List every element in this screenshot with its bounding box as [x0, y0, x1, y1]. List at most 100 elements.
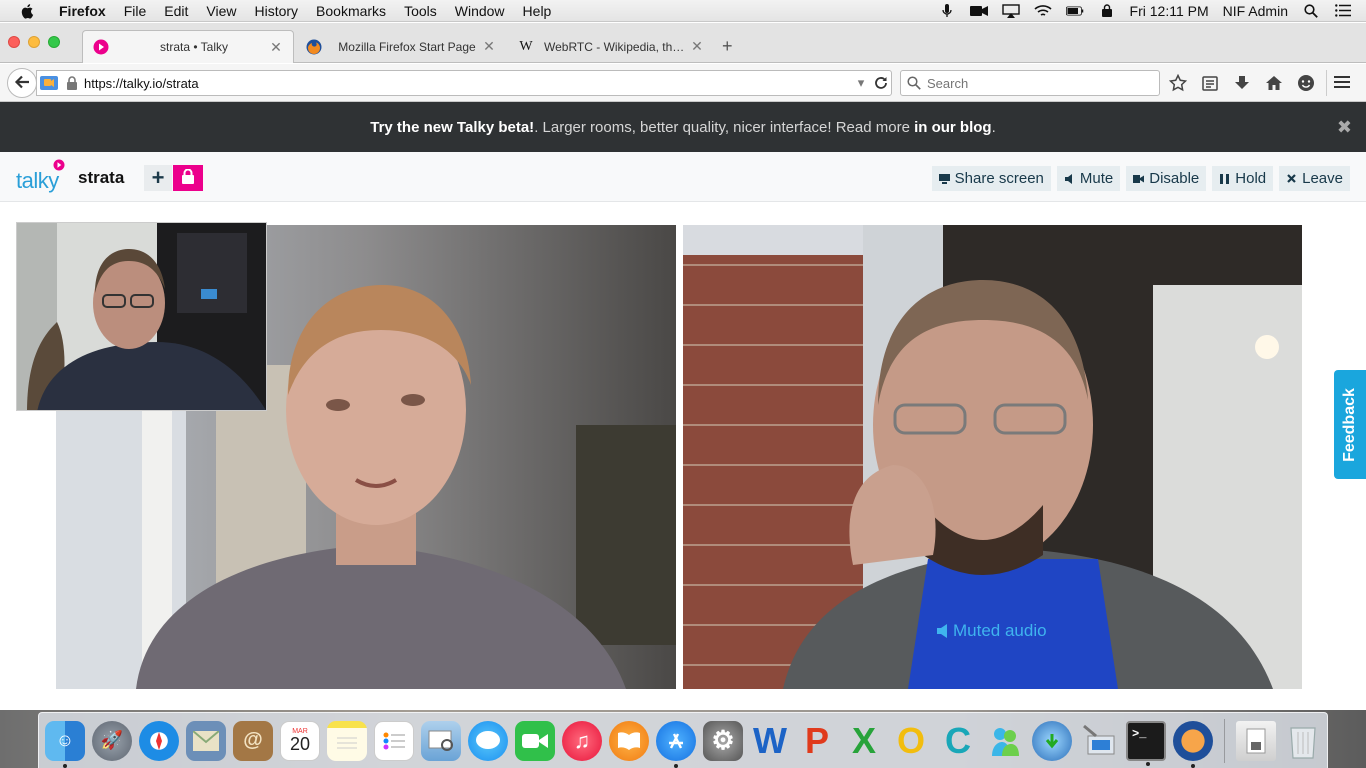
url-bar[interactable]: https://talky.io/strata ▾ [36, 70, 892, 96]
banner-close-icon[interactable]: ✖ [1337, 117, 1352, 138]
reload-icon[interactable] [871, 76, 891, 90]
outlook-icon[interactable]: O [891, 720, 931, 761]
lock-icon[interactable] [1098, 4, 1116, 18]
window-close-button[interactable] [8, 36, 20, 48]
remote-desktop-icon[interactable] [1079, 721, 1119, 761]
communicator-icon[interactable]: C [938, 720, 978, 761]
reminders-icon[interactable] [374, 720, 414, 761]
messages-icon[interactable] [468, 720, 508, 761]
wifi-icon[interactable] [1033, 4, 1052, 18]
hello-chat-icon[interactable] [1296, 73, 1316, 93]
firefox-dock-icon[interactable] [1173, 720, 1213, 768]
url-dropdown-icon[interactable]: ▾ [851, 75, 871, 91]
blog-link[interactable]: in our blog [914, 119, 991, 136]
battery-icon[interactable] [1065, 4, 1084, 18]
new-tab-button[interactable]: + [722, 36, 733, 57]
leave-button[interactable]: Leave [1279, 166, 1350, 191]
downloads-icon[interactable] [1232, 73, 1252, 93]
speaker-muted-icon [937, 624, 949, 638]
call-controls: Share screen Mute Disable Hold Leave [931, 166, 1350, 191]
remote-video-right[interactable]: Muted audio [683, 225, 1302, 689]
search-bar[interactable] [900, 70, 1160, 96]
mute-button[interactable]: Mute [1056, 166, 1121, 191]
tab-title: WebRTC - Wikipedia, the fr... [544, 39, 690, 54]
reading-list-icon[interactable] [1200, 73, 1220, 93]
ibooks-icon[interactable] [609, 720, 649, 761]
app-store-icon[interactable] [656, 720, 696, 768]
excel-icon[interactable]: X [844, 720, 884, 761]
system-preferences-icon[interactable]: ⚙ [703, 720, 743, 761]
terminal-icon[interactable]: >_ [1126, 720, 1166, 766]
tab-close-icon[interactable]: ✕ [482, 38, 496, 55]
menu-edit[interactable]: Edit [155, 3, 197, 19]
microphone-icon[interactable] [938, 3, 956, 18]
bookmark-star-icon[interactable] [1168, 73, 1188, 93]
menu-app-name[interactable]: Firefox [50, 3, 115, 19]
local-self-view[interactable] [16, 222, 267, 411]
menu-window[interactable]: Window [446, 3, 514, 19]
preview-icon[interactable] [421, 720, 461, 761]
window-controls [8, 36, 60, 48]
talky-header: talky strata + Share screen Mute Disable… [0, 152, 1366, 202]
facetime-icon[interactable] [515, 720, 555, 761]
powerpoint-icon[interactable]: P [797, 720, 837, 761]
open-menu-button[interactable] [1326, 70, 1356, 96]
tab-webrtc-wikipedia[interactable]: W WebRTC - Wikipedia, the fr... ✕ [508, 30, 714, 63]
notes-icon[interactable] [327, 720, 367, 761]
mail-icon[interactable] [186, 720, 226, 761]
hold-button[interactable]: Hold [1212, 166, 1274, 191]
word-icon[interactable]: W [750, 720, 790, 761]
notification-center-icon[interactable] [1334, 4, 1352, 18]
room-lock-button[interactable] [173, 165, 203, 191]
launchpad-icon[interactable]: 🚀 [92, 720, 132, 761]
apple-icon[interactable] [20, 3, 36, 19]
disable-label: Disable [1149, 170, 1200, 187]
window-minimize-button[interactable] [28, 36, 40, 48]
menu-file[interactable]: File [115, 3, 156, 19]
contacts-icon[interactable]: @ [233, 720, 273, 761]
banner-lead[interactable]: Try the new Talky beta! [370, 119, 534, 136]
menubar-user[interactable]: NIF Admin [1223, 3, 1288, 19]
tab-firefox-start[interactable]: Mozilla Firefox Start Page ✕ [296, 30, 506, 63]
menu-help[interactable]: Help [514, 3, 561, 19]
tab-title: strata • Talky [159, 40, 228, 54]
invite-add-button[interactable]: + [144, 165, 172, 191]
mute-label: Mute [1079, 170, 1114, 187]
finder-icon[interactable]: ☺ [45, 720, 85, 768]
downloads-stack-icon[interactable] [1236, 720, 1276, 761]
firefox-favicon-icon [306, 39, 322, 55]
trash-icon[interactable] [1283, 721, 1323, 761]
pause-icon [1219, 173, 1230, 184]
disable-video-button[interactable]: Disable [1126, 166, 1207, 191]
talky-favicon-icon [93, 39, 109, 55]
banner-tail: . [991, 118, 996, 136]
menubar-clock[interactable]: Fri 12:11 PM [1130, 3, 1209, 19]
menu-tools[interactable]: Tools [395, 3, 446, 19]
site-identity-icon[interactable] [40, 75, 58, 91]
talky-logo[interactable]: talky [16, 159, 65, 194]
back-button[interactable] [7, 68, 37, 98]
search-input[interactable] [927, 75, 1159, 91]
messenger-icon[interactable] [985, 721, 1025, 761]
feedback-tab[interactable]: Feedback [1334, 370, 1366, 479]
url-text[interactable]: https://talky.io/strata [84, 76, 851, 91]
airplay-icon[interactable] [1001, 3, 1020, 18]
network-globe-icon[interactable] [1032, 720, 1072, 761]
menu-history[interactable]: History [245, 3, 307, 19]
secure-lock-icon[interactable] [66, 76, 78, 90]
home-icon[interactable] [1264, 73, 1284, 93]
safari-icon[interactable] [139, 720, 179, 761]
share-screen-button[interactable]: Share screen [931, 166, 1051, 191]
camera-icon[interactable] [969, 4, 988, 18]
tab-close-icon[interactable]: ✕ [690, 38, 704, 55]
window-zoom-button[interactable] [48, 36, 60, 48]
calendar-icon[interactable]: MAR 20 [280, 720, 320, 761]
spotlight-search-icon[interactable] [1302, 3, 1320, 18]
menu-view[interactable]: View [197, 3, 245, 19]
menu-bookmarks[interactable]: Bookmarks [307, 3, 395, 19]
search-icon [907, 76, 923, 90]
tab-talky[interactable]: strata • Talky ✕ [82, 30, 294, 63]
back-arrow-icon [14, 75, 30, 92]
tab-close-icon[interactable]: ✕ [269, 39, 283, 56]
itunes-icon[interactable]: ♫ [562, 720, 602, 761]
